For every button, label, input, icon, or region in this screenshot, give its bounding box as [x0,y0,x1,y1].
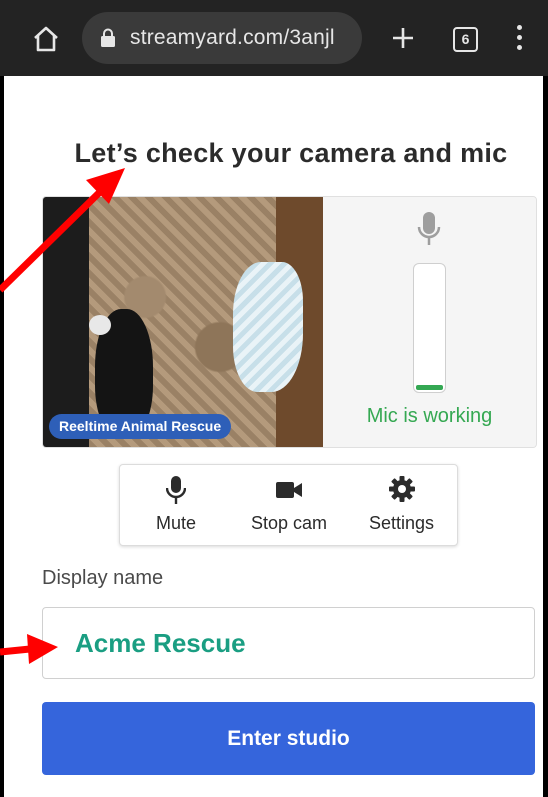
display-name-input[interactable] [42,607,535,679]
mic-level-fill [416,385,443,390]
page-title: Let’s check your camera and mic [74,138,508,168]
mic-icon [166,476,186,504]
frame-border-right [543,76,548,797]
settings-label: Settings [368,513,435,533]
video-camera-icon [276,482,302,498]
new-tab-icon[interactable] [391,26,415,50]
home-icon[interactable] [31,24,61,54]
camera-preview: Reeltime Animal Rescue [43,197,323,447]
microphone-icon [417,212,441,245]
stop-cam-label: Stop cam [250,513,328,533]
tab-switcher-button[interactable]: 6 [453,27,478,52]
browser-toolbar: streamyard.com/3anjl 6 [0,0,548,76]
camera-mic-preview: Reeltime Animal Rescue Mic is working [42,196,537,448]
name-tag: Reeltime Animal Rescue [49,414,232,439]
mute-button[interactable]: Mute [120,465,232,545]
stop-cam-button[interactable]: Stop cam [232,465,346,545]
frame-border-left [0,76,4,797]
gear-icon [388,476,415,502]
mic-level-meter [413,263,446,393]
mic-check-panel: Mic is working [323,197,536,447]
media-controls: Mute Stop cam Settings [119,464,458,546]
address-bar[interactable]: streamyard.com/3anjl [82,12,362,64]
settings-button[interactable]: Settings [346,465,457,545]
enter-studio-button[interactable]: Enter studio [42,702,535,775]
url-text: streamyard.com/3anjl [130,26,335,49]
overflow-menu-icon[interactable] [515,25,523,53]
display-name-label: Display name [42,567,164,589]
mic-status-text: Mic is working [366,405,493,427]
lock-icon [101,28,115,47]
mute-label: Mute [155,513,197,533]
